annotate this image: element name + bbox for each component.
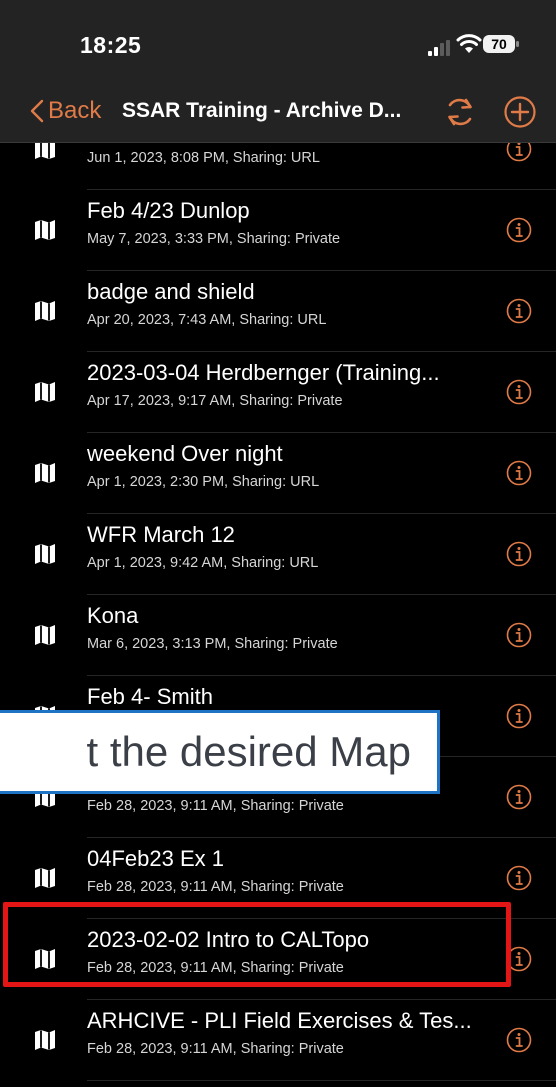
- map-list-item[interactable]: badge and shield Apr 20, 2023, 7:43 AM, S…: [0, 270, 556, 352]
- map-details: Jun 1, 2023, 8:08 PM, Sharing: URL: [87, 150, 320, 166]
- map-details: Apr 1, 2023, 2:30 PM, Sharing: URL: [87, 474, 320, 490]
- map-details: Apr 1, 2023, 9:42 AM, Sharing: URL: [87, 555, 319, 571]
- map-title: ARHCIVE - PLI Field Exercises & Tes...: [87, 1008, 472, 1033]
- status-time: 18:25: [80, 32, 142, 58]
- page-title: SSAR Training - Archive D...: [122, 99, 402, 122]
- map-title: Kona: [87, 603, 139, 628]
- map-list-item[interactable]: ARHCIVE - PLI Field Exercises & Tes... Fe…: [0, 999, 556, 1081]
- info-icon[interactable]: [506, 865, 532, 891]
- map-icon: [34, 219, 56, 241]
- map-list-item[interactable]: Feb 4/23 Dunlop May 7, 2023, 3:33 PM, Sha…: [0, 189, 556, 271]
- map-details: Feb 28, 2023, 9:11 AM, Sharing: Private: [87, 1041, 344, 1057]
- back-button[interactable]: Back: [30, 97, 101, 125]
- map-title: Feb 4- Smith: [87, 684, 213, 709]
- add-circle-icon[interactable]: [503, 95, 537, 129]
- info-icon[interactable]: [506, 143, 532, 162]
- info-icon[interactable]: [506, 703, 532, 729]
- info-icon[interactable]: [506, 460, 532, 486]
- back-label: Back: [48, 97, 102, 124]
- instruction-caption: t the desired Map: [0, 710, 440, 794]
- map-title: WFR March 12: [87, 522, 235, 547]
- map-title: badge and shield: [87, 279, 255, 304]
- map-title: 04Feb23 Ex 1: [87, 846, 224, 871]
- selection-highlight: [3, 902, 511, 987]
- map-details: Apr 17, 2023, 9:17 AM, Sharing: Private: [87, 393, 343, 409]
- map-list-item[interactable]: weekend Over night Apr 1, 2023, 2:30 PM, …: [0, 432, 556, 514]
- map-title: Feb 4/23 Dunlop: [87, 198, 250, 223]
- map-icon: [34, 1029, 56, 1051]
- map-details: May 7, 2023, 3:33 PM, Sharing: Private: [87, 231, 341, 247]
- info-icon[interactable]: [506, 217, 532, 243]
- map-icon: [34, 624, 56, 646]
- battery-level: 70: [491, 36, 507, 52]
- map-list-item[interactable]: WFR March 12 Apr 1, 2023, 9:42 AM, Sharin…: [0, 513, 556, 595]
- info-icon[interactable]: [506, 541, 532, 567]
- map-icon: [34, 143, 56, 160]
- map-details: Feb 28, 2023, 9:11 AM, Sharing: Private: [87, 879, 344, 895]
- map-icon: [34, 543, 56, 565]
- map-title: weekend Over night: [87, 441, 283, 466]
- map-list-item[interactable]: Kona Mar 6, 2023, 3:13 PM, Sharing: Priva…: [0, 594, 556, 676]
- map-icon: [34, 381, 56, 403]
- refresh-icon[interactable]: [443, 95, 477, 129]
- map-icon: [34, 462, 56, 484]
- map-icon: [34, 867, 56, 889]
- info-icon[interactable]: [506, 622, 532, 648]
- row-divider: [87, 1080, 556, 1081]
- map-title: 2023-03-04 Herdbernger (Training...: [87, 360, 440, 385]
- map-icon: [34, 300, 56, 322]
- info-icon[interactable]: [506, 1027, 532, 1053]
- status-bar: 18:25 70: [0, 0, 556, 92]
- info-icon[interactable]: [506, 298, 532, 324]
- info-icon[interactable]: [506, 379, 532, 405]
- map-list-item[interactable]: 2023-03-04 Herdbernger (Training... Apr 1…: [0, 351, 556, 433]
- map-list-item[interactable]: April 6 TrainingJun 1, 2023, 8:08 PM, Sh…: [0, 143, 556, 190]
- map-details: Mar 6, 2023, 3:13 PM, Sharing: Private: [87, 636, 338, 652]
- wifi-icon: [456, 34, 482, 53]
- chevron-left-icon: [30, 99, 44, 123]
- map-details: Apr 20, 2023, 7:43 AM, Sharing: URL: [87, 312, 327, 328]
- navigation-bar: Back SSAR Training - Archive D...: [0, 92, 556, 143]
- cellular-signal-icon: [428, 40, 450, 56]
- info-icon[interactable]: [506, 784, 532, 810]
- battery-icon: 70: [482, 33, 520, 55]
- map-details: Feb 28, 2023, 9:11 AM, Sharing: Private: [87, 798, 344, 814]
